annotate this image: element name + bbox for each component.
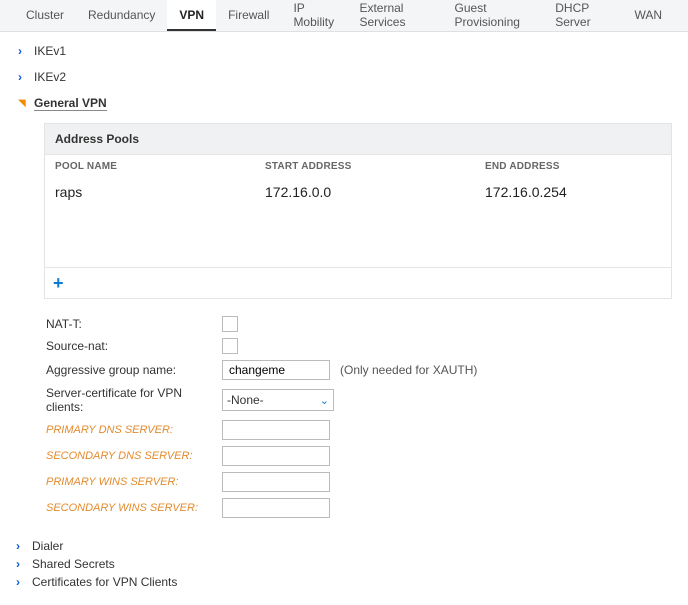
secondary-dns-input[interactable] — [222, 446, 330, 466]
aggressive-group-input[interactable] — [222, 360, 330, 380]
tab-wan[interactable]: WAN — [622, 0, 674, 31]
tab-dhcp-server[interactable]: DHCP Server — [543, 0, 622, 31]
source-nat-label: Source-nat: — [46, 339, 222, 353]
source-nat-checkbox[interactable] — [222, 338, 238, 354]
chevron-right-icon: › — [18, 44, 28, 58]
tab-firewall[interactable]: Firewall — [216, 0, 281, 31]
primary-wins-label: PRIMARY WINS SERVER: — [46, 476, 222, 488]
address-pools-columns: POOL NAME START ADDRESS END ADDRESS — [44, 155, 672, 178]
address-pools-body: raps 172.16.0.0 172.16.0.254 — [44, 178, 672, 268]
tab-ip-mobility[interactable]: IP Mobility — [281, 0, 347, 31]
tab-guest-provisioning[interactable]: Guest Provisioning — [443, 0, 544, 31]
col-end-address: END ADDRESS — [485, 161, 661, 172]
section-certificates-label: Certificates for VPN Clients — [32, 575, 177, 589]
nat-t-checkbox[interactable] — [222, 316, 238, 332]
top-tabs: Cluster Redundancy VPN Firewall IP Mobil… — [0, 0, 688, 32]
address-pools-title: Address Pools — [44, 123, 672, 155]
primary-wins-input[interactable] — [222, 472, 330, 492]
primary-dns-label: PRIMARY DNS SERVER: — [46, 424, 222, 436]
tab-cluster[interactable]: Cluster — [14, 0, 76, 31]
section-ikev2-label: IKEv2 — [34, 70, 66, 84]
table-row[interactable]: raps 172.16.0.0 172.16.0.254 — [45, 178, 671, 206]
add-pool-button[interactable]: + — [53, 274, 64, 292]
server-cert-select[interactable]: -None- ⌄ — [222, 389, 334, 411]
section-dialer[interactable]: › Dialer — [16, 537, 672, 555]
general-vpn-form: NAT-T: Source-nat: Aggressive group name… — [46, 313, 672, 521]
section-ikev2[interactable]: › IKEv2 — [16, 64, 672, 90]
pool-name-cell: raps — [55, 184, 265, 200]
nat-t-label: NAT-T: — [46, 317, 222, 331]
section-general-vpn[interactable]: ◥ General VPN — [16, 90, 672, 117]
col-start-address: START ADDRESS — [265, 161, 485, 172]
secondary-wins-input[interactable] — [222, 498, 330, 518]
tab-vpn[interactable]: VPN — [167, 0, 216, 31]
pool-end-cell: 172.16.0.254 — [485, 184, 661, 200]
chevron-right-icon: › — [16, 539, 26, 553]
aggressive-group-label: Aggressive group name: — [46, 363, 222, 377]
address-pools-add-row: + — [44, 268, 672, 299]
chevron-right-icon: › — [18, 70, 28, 84]
tab-external-services[interactable]: External Services — [347, 0, 442, 31]
secondary-dns-label: SECONDARY DNS SERVER: — [46, 450, 222, 462]
section-certificates[interactable]: › Certificates for VPN Clients — [16, 573, 672, 591]
section-general-vpn-label: General VPN — [34, 96, 107, 111]
server-cert-value: -None- — [227, 393, 264, 407]
section-dialer-label: Dialer — [32, 539, 63, 553]
aggressive-group-hint: (Only needed for XAUTH) — [340, 363, 477, 377]
server-cert-label: Server-certificate for VPN clients: — [46, 386, 222, 414]
section-shared-secrets-label: Shared Secrets — [32, 557, 115, 571]
chevron-down-icon: ⌄ — [320, 394, 329, 407]
tab-redundancy[interactable]: Redundancy — [76, 0, 167, 31]
chevron-right-icon: › — [16, 557, 26, 571]
pool-start-cell: 172.16.0.0 — [265, 184, 485, 200]
section-ikev1[interactable]: › IKEv1 — [16, 38, 672, 64]
secondary-wins-label: SECONDARY WINS SERVER: — [46, 502, 222, 514]
primary-dns-input[interactable] — [222, 420, 330, 440]
caret-down-icon: ◥ — [18, 98, 28, 109]
section-ikev1-label: IKEv1 — [34, 44, 66, 58]
col-pool-name: POOL NAME — [55, 161, 265, 172]
chevron-right-icon: › — [16, 575, 26, 589]
section-shared-secrets[interactable]: › Shared Secrets — [16, 555, 672, 573]
general-vpn-content: Address Pools POOL NAME START ADDRESS EN… — [44, 123, 672, 521]
